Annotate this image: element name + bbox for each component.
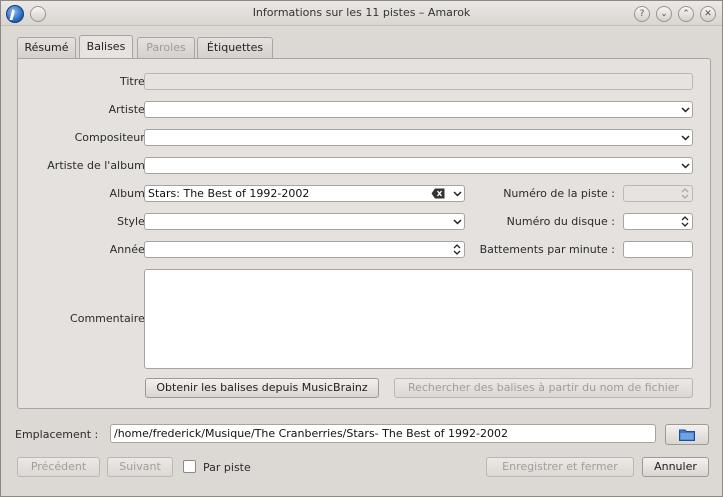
tab-lyrics: Paroles — [137, 37, 195, 58]
dialog-window: Informations sur les 11 pistes – Amarok … — [0, 0, 723, 497]
tab-tags[interactable]: Balises — [79, 35, 133, 60]
cancel-button[interactable]: Annuler — [642, 457, 709, 477]
close-button[interactable]: ✕ — [700, 6, 716, 22]
album-artist-label: Artiste de l'album : — [47, 159, 152, 172]
composer-label: Compositeur : — [74, 131, 152, 144]
year-spinbox[interactable] — [144, 241, 465, 258]
chevron-down-icon[interactable] — [453, 217, 462, 225]
title-field[interactable] — [144, 73, 693, 90]
tags-from-filename-button: Rechercher des balises à partir du nom d… — [394, 378, 693, 398]
composer-combo[interactable] — [144, 129, 693, 146]
chevron-down-icon[interactable] — [681, 133, 690, 141]
spin-arrows-icon — [681, 187, 689, 204]
folder-icon — [679, 428, 695, 447]
bpm-label: Battements par minute : — [479, 243, 615, 256]
track-number-spinbox — [623, 185, 693, 202]
disc-number-spinbox[interactable] — [623, 213, 693, 230]
window-title: Informations sur les 11 pistes – Amarok — [252, 6, 471, 19]
musicbrainz-button[interactable]: Obtenir les balises depuis MusicBrainz — [145, 378, 379, 398]
title-bar: Informations sur les 11 pistes – Amarok … — [1, 1, 722, 26]
per-track-checkbox[interactable] — [183, 460, 196, 473]
comment-label: Commentaire : — [70, 312, 152, 325]
minimize-button[interactable]: ⌄ — [656, 6, 672, 22]
next-button: Suivant — [107, 457, 173, 477]
tags-panel: Titre : Artiste : Compositeur : Artiste … — [17, 58, 711, 409]
album-value: Stars: The Best of 1992-2002 — [148, 187, 310, 200]
spin-arrows-icon[interactable] — [681, 215, 689, 232]
per-track-label[interactable]: Par piste — [203, 461, 251, 474]
location-field[interactable]: /home/frederick/Musique/The Cranberries/… — [110, 424, 656, 443]
chevron-down-icon[interactable] — [681, 105, 690, 113]
clear-text-icon[interactable] — [431, 188, 445, 203]
tab-labels[interactable]: Étiquettes — [197, 37, 273, 58]
previous-button: Précédent — [17, 457, 100, 477]
save-close-button: Enregistrer et fermer — [486, 457, 634, 477]
chevron-down-icon[interactable] — [453, 189, 462, 197]
comment-textarea[interactable] — [144, 269, 693, 369]
tab-summary[interactable]: Résumé — [17, 37, 76, 58]
track-number-label: Numéro de la piste : — [503, 187, 615, 200]
album-combo[interactable]: Stars: The Best of 1992-2002 — [144, 185, 465, 202]
bpm-field[interactable] — [623, 241, 693, 258]
album-artist-combo[interactable] — [144, 157, 693, 174]
maximize-button[interactable]: ⌃ — [678, 6, 694, 22]
spin-arrows-icon[interactable] — [453, 243, 461, 260]
location-label: Emplacement : — [15, 428, 99, 441]
disc-number-label: Numéro du disque : — [506, 215, 615, 228]
browse-button[interactable] — [665, 424, 709, 445]
chevron-down-icon[interactable] — [681, 161, 690, 169]
genre-combo[interactable] — [144, 213, 465, 230]
help-button[interactable]: ? — [634, 6, 650, 22]
artist-combo[interactable] — [144, 101, 693, 118]
